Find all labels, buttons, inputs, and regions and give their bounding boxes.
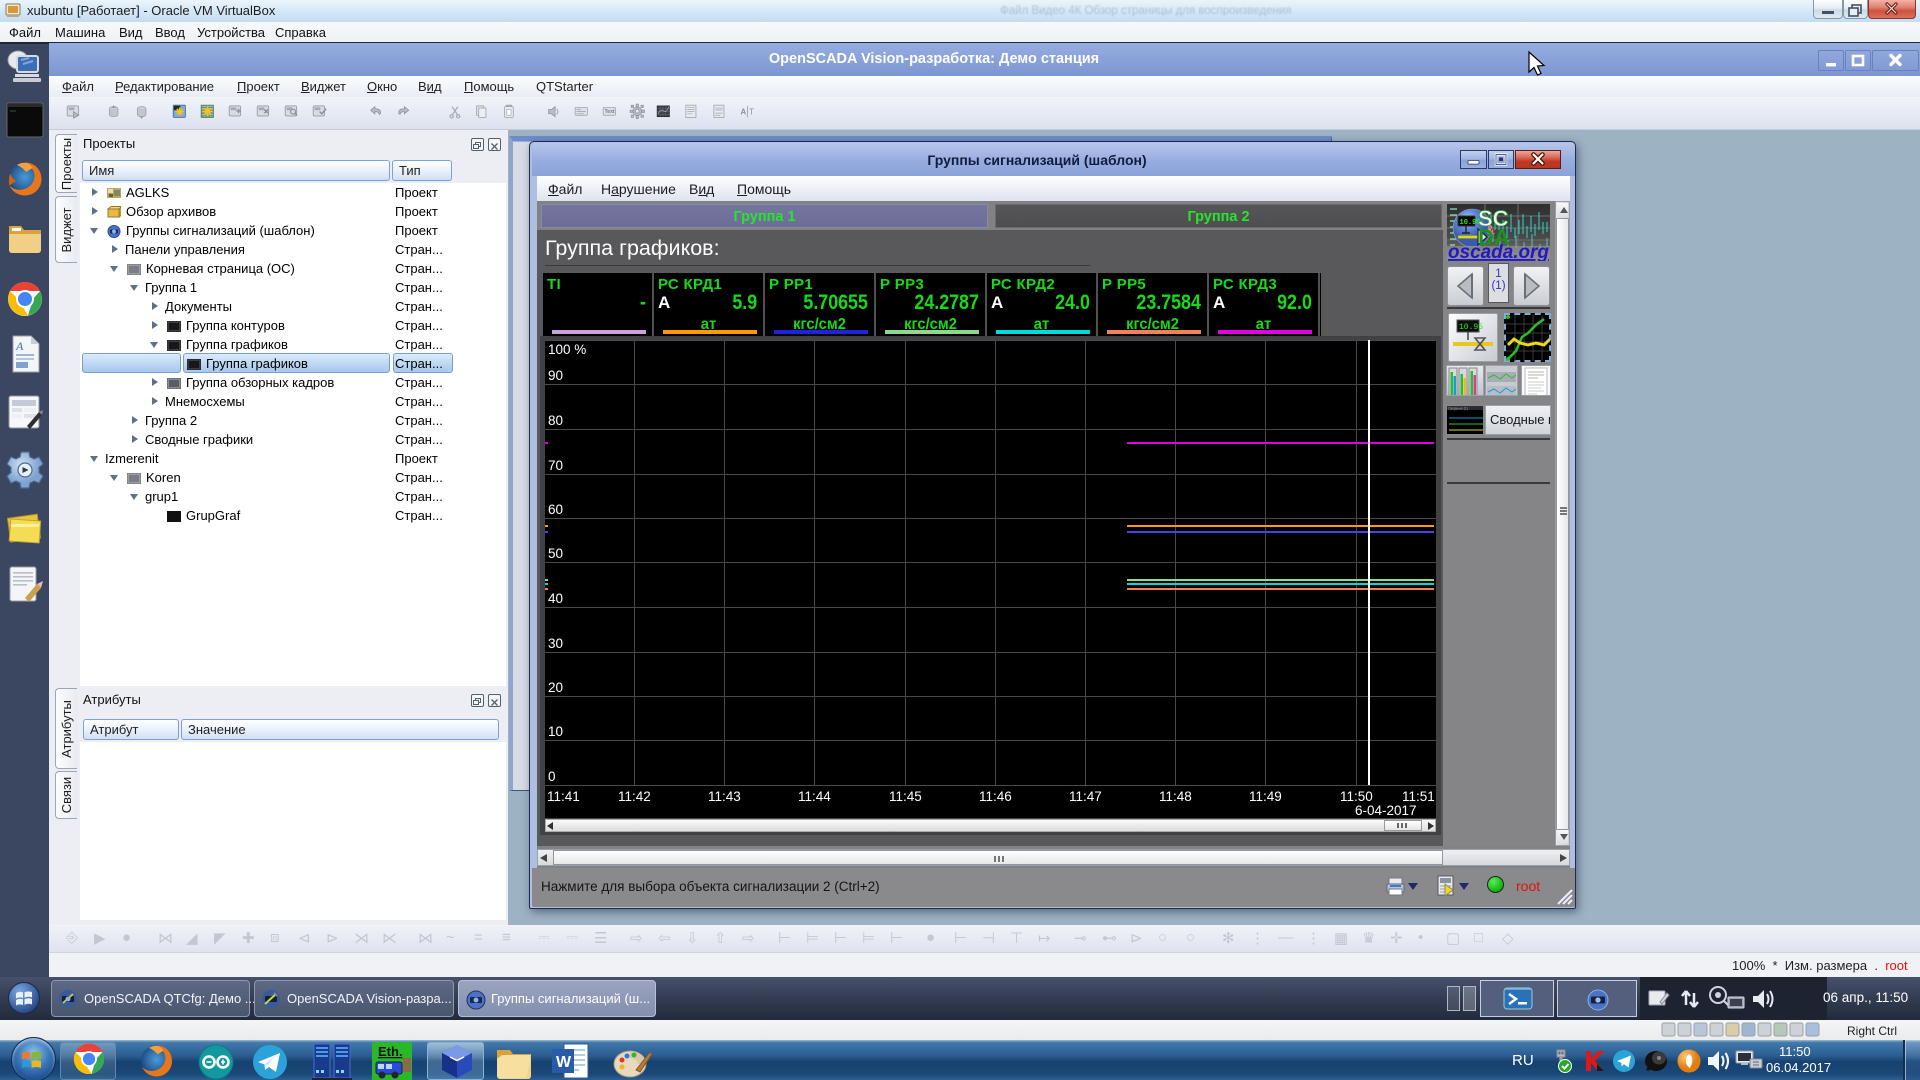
svg-text:oscada.org: oscada.org <box>1448 242 1549 261</box>
svg-text:Сводные (1): Сводные (1) <box>1448 407 1468 411</box>
svg-text:A: A <box>740 108 746 117</box>
svg-text:Text: Text <box>605 109 615 115</box>
svg-text:W: W <box>556 1054 572 1071</box>
svg-text:T: T <box>749 108 754 117</box>
svg-text:Eth.: Eth. <box>378 1044 403 1059</box>
svg-text:10.95: 10.95 <box>1459 323 1483 332</box>
svg-text:A: A <box>15 339 24 353</box>
